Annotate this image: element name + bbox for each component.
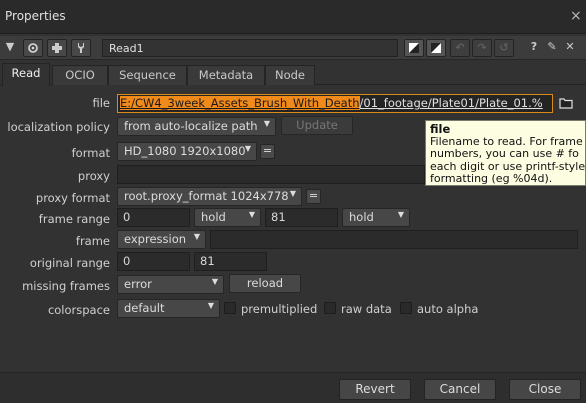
close-panel-icon[interactable]: ✕: [563, 39, 577, 57]
revert-icon[interactable]: ↺: [494, 39, 514, 57]
chevron-down-icon: ▼: [289, 189, 296, 198]
color-swatch-light-icon[interactable]: [426, 39, 446, 57]
node-pin-icon[interactable]: [47, 39, 67, 57]
tab-sequence[interactable]: Sequence: [108, 65, 187, 85]
dialog-footer: Revert Cancel Close: [0, 372, 586, 403]
undo-icon[interactable]: ↶: [450, 39, 470, 57]
chevron-down-icon: ▼: [244, 144, 251, 153]
auto-alpha-label: auto alpha: [417, 302, 479, 316]
title-bar: Properties ×: [0, 0, 586, 34]
node-toolbar: ▼ Read1 ↶ ↷ ↺ ? ✎ ✕: [0, 36, 586, 60]
first-frame-mode-value: hold: [201, 210, 226, 224]
format-label: format: [71, 146, 110, 160]
tooltip-line: numbers, you can use # fo: [430, 147, 579, 160]
missing-frames-dropdown[interactable]: error ▼: [117, 275, 224, 294]
tab-read[interactable]: Read: [2, 63, 50, 86]
viewer-circle-icon[interactable]: [23, 39, 43, 57]
format-edit-button[interactable]: =: [260, 144, 275, 159]
tab-bar: Read OCIO Sequence Metadata Node: [0, 63, 586, 86]
raw-data-checkbox[interactable]: [324, 302, 336, 314]
file-path-selected-text: E:/CW4_3week_Assets_Brush_With_Death: [120, 96, 360, 110]
localization-policy-dropdown[interactable]: from auto-localize path ▼: [117, 117, 276, 136]
last-frame-mode-dropdown[interactable]: hold ▼: [342, 208, 410, 227]
file-path-rest-text: /01_footage/Plate01/Plate_01.%: [359, 96, 543, 110]
colorspace-value: default: [124, 301, 165, 315]
file-path-input[interactable]: E:/CW4_3week_Assets_Brush_With_Death/01_…: [117, 94, 553, 113]
frame-mode-dropdown[interactable]: expression ▼: [117, 230, 206, 249]
chevron-down-icon: ▼: [193, 232, 200, 241]
colorspace-label: colorspace: [47, 303, 110, 317]
first-frame-mode-dropdown[interactable]: hold ▼: [194, 208, 261, 227]
proxy-format-label: proxy format: [35, 191, 110, 205]
last-frame-mode-value: hold: [349, 210, 374, 224]
redo-icon[interactable]: ↷: [472, 39, 492, 57]
original-last-input[interactable]: 81: [194, 252, 267, 271]
proxy-format-value: root.proxy_format 1024x778: [124, 189, 289, 203]
help-icon[interactable]: ?: [527, 39, 541, 57]
premultiplied-checkbox[interactable]: [224, 302, 236, 314]
proxy-format-dropdown[interactable]: root.proxy_format 1024x778 ▼: [117, 187, 302, 206]
original-range-label: original range: [29, 256, 110, 270]
file-tooltip: file Filename to read. For frame numbers…: [425, 120, 586, 186]
frame-label: frame: [75, 234, 110, 248]
collapse-arrow-icon[interactable]: ▼: [3, 39, 17, 57]
chevron-down-icon: ▼: [263, 119, 270, 128]
colorspace-dropdown[interactable]: default ▼: [117, 299, 220, 318]
window-close-icon[interactable]: ×: [570, 8, 582, 24]
localization-policy-label: localization policy: [7, 120, 110, 134]
frame-expression-input[interactable]: [210, 230, 578, 249]
format-dropdown[interactable]: HD_1080 1920x1080 ▼: [117, 142, 257, 161]
proxy-label: proxy: [77, 169, 110, 183]
tab-node[interactable]: Node: [265, 65, 315, 85]
chevron-down-icon: ▼: [207, 301, 214, 310]
folder-browse-icon[interactable]: [558, 95, 574, 111]
update-button[interactable]: Update: [281, 116, 353, 135]
frame-range-label: frame range: [38, 212, 110, 226]
localization-policy-value: from auto-localize path: [124, 119, 258, 133]
proxy-format-edit-button[interactable]: =: [306, 189, 321, 204]
frame-mode-value: expression: [124, 232, 187, 246]
tooltip-title: file: [430, 122, 451, 136]
format-value: HD_1080 1920x1080: [124, 144, 246, 158]
color-swatch-dark-icon[interactable]: [404, 39, 424, 57]
last-frame-input[interactable]: 81: [265, 208, 338, 227]
reload-button[interactable]: reload: [229, 274, 301, 293]
file-label: file: [92, 96, 110, 110]
revert-button[interactable]: Revert: [339, 379, 411, 400]
float-panel-icon[interactable]: ✎: [545, 39, 559, 57]
chevron-down-icon: ▼: [248, 210, 255, 219]
tab-ocio[interactable]: OCIO: [52, 65, 108, 85]
chevron-down-icon: ▼: [397, 210, 404, 219]
missing-frames-value: error: [124, 277, 152, 291]
tab-metadata[interactable]: Metadata: [187, 65, 265, 85]
raw-data-label: raw data: [341, 302, 392, 316]
premultiplied-label: premultiplied: [241, 302, 318, 316]
node-name-field[interactable]: Read1: [102, 39, 398, 57]
chevron-down-icon: ▼: [211, 277, 218, 286]
window-title: Properties: [5, 9, 66, 23]
tooltip-line: formatting (eg %04d).: [430, 172, 553, 185]
cancel-button[interactable]: Cancel: [424, 379, 496, 400]
wrench-icon[interactable]: [71, 39, 91, 57]
close-button[interactable]: Close: [509, 379, 581, 400]
proxy-path-input[interactable]: [117, 165, 425, 184]
missing-frames-label: missing frames: [22, 279, 110, 293]
first-frame-input[interactable]: 0: [117, 208, 190, 227]
auto-alpha-checkbox[interactable]: [400, 302, 412, 314]
original-first-input[interactable]: 0: [117, 252, 190, 271]
